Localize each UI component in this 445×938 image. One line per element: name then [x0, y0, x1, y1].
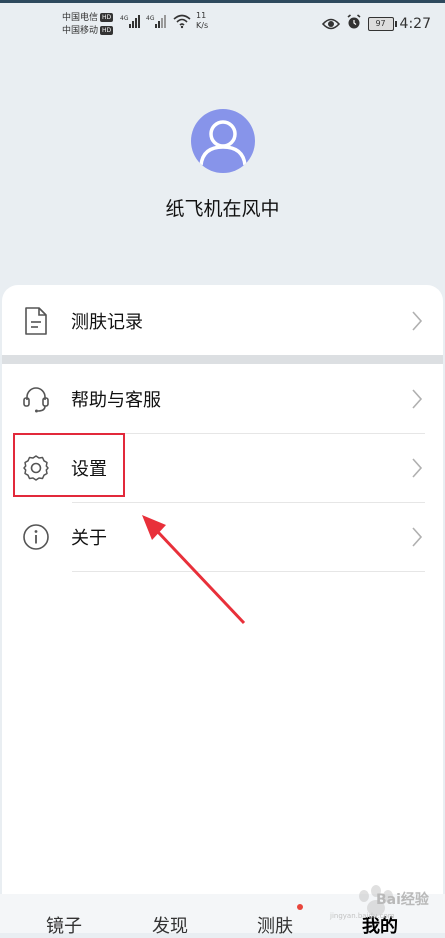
annotation-arrow	[142, 515, 246, 625]
arrow-shaft	[156, 530, 246, 625]
notification-dot	[297, 904, 303, 910]
nav-tab-discover[interactable]: 发现	[152, 912, 188, 938]
nav-tab-skin-test[interactable]: 测肤	[257, 912, 293, 938]
watermark-subtext: jingyan.baidu.com	[330, 912, 395, 920]
nav-tab-mirror[interactable]: 镜子	[46, 912, 82, 938]
watermark-text: Bai经验	[376, 892, 429, 908]
